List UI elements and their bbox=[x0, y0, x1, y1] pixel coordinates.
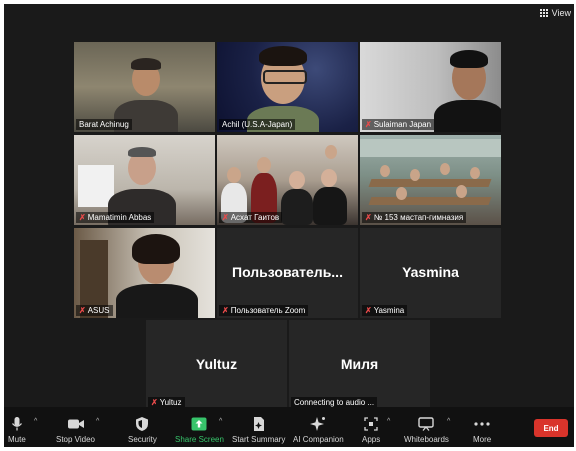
view-button[interactable]: View bbox=[539, 8, 571, 18]
mic-muted-icon: ✗ bbox=[222, 213, 229, 222]
participant-name-tag: ✗ Mamatimin Abbas bbox=[76, 212, 155, 223]
shield-icon bbox=[135, 415, 149, 433]
apps-icon bbox=[364, 415, 378, 433]
start-summary-button[interactable]: Start Summary bbox=[232, 415, 285, 444]
video-options-caret[interactable]: ^ bbox=[96, 418, 99, 425]
apps-options-caret[interactable]: ^ bbox=[387, 418, 390, 425]
ai-companion-button[interactable]: AI Companion bbox=[293, 415, 344, 444]
stop-video-button[interactable]: Stop Video bbox=[56, 415, 95, 444]
zoom-meeting-window: View Barat Achinug Achil (U.S.A-Japan) ✗… bbox=[4, 4, 574, 447]
meeting-toolbar: Mute ^ Stop Video ^ Security Share Scree… bbox=[4, 407, 574, 447]
whiteboards-button[interactable]: Whiteboards bbox=[404, 415, 449, 444]
participant-display-name: Yasmina bbox=[402, 264, 459, 281]
view-label: View bbox=[551, 8, 571, 18]
participant-tile-sulaiman[interactable]: ✗ Sulaiman Japan bbox=[360, 42, 501, 132]
participant-display-name: Миля bbox=[340, 356, 379, 373]
participant-tile-gymnasium[interactable]: ✗ № 153 мастап-гимназия bbox=[360, 135, 501, 225]
mic-muted-icon: ✗ bbox=[151, 398, 158, 407]
sparkle-icon bbox=[310, 415, 326, 433]
apps-button[interactable]: Apps bbox=[362, 415, 380, 444]
participant-name-tag: Achil (U.S.A-Japan) bbox=[219, 119, 296, 130]
participant-name-tag: ✗ Sulaiman Japan bbox=[362, 119, 435, 130]
participant-display-name: Пользователь... bbox=[232, 264, 343, 281]
participant-name-tag: ✗ Пользователь Zoom bbox=[219, 305, 309, 316]
participant-name-tag: ✗ Yasmina bbox=[362, 305, 408, 316]
summary-document-icon bbox=[253, 415, 265, 433]
participant-tile-asus[interactable]: ✗ ASUS bbox=[74, 228, 215, 318]
participant-name-tag: ✗ Асхат Гаитов bbox=[219, 212, 283, 223]
participant-tile-askhat[interactable]: ✗ Асхат Гаитов bbox=[217, 135, 358, 225]
participant-tile-yultuz[interactable]: Yultuz ✗ Yultuz bbox=[146, 320, 287, 410]
security-button[interactable]: Security bbox=[128, 415, 157, 444]
end-meeting-button[interactable]: End bbox=[534, 419, 568, 437]
whiteboards-options-caret[interactable]: ^ bbox=[447, 418, 450, 425]
mute-options-caret[interactable]: ^ bbox=[34, 418, 37, 425]
participant-tile-zoom-user[interactable]: Пользователь... ✗ Пользователь Zoom bbox=[217, 228, 358, 318]
more-dots-icon bbox=[474, 415, 490, 433]
participant-tile-achil[interactable]: Achil (U.S.A-Japan) bbox=[217, 42, 358, 132]
whiteboard-icon bbox=[418, 415, 435, 433]
mic-muted-icon: ✗ bbox=[79, 306, 86, 315]
participant-tile-yasmina[interactable]: Yasmina ✗ Yasmina bbox=[360, 228, 501, 318]
mic-muted-icon: ✗ bbox=[365, 306, 372, 315]
mic-muted-icon: ✗ bbox=[79, 213, 86, 222]
microphone-icon bbox=[11, 415, 23, 433]
share-screen-icon bbox=[191, 415, 207, 433]
share-screen-button[interactable]: Share Screen bbox=[175, 415, 224, 444]
participant-tile-barat[interactable]: Barat Achinug bbox=[74, 42, 215, 132]
mute-button[interactable]: Mute bbox=[8, 415, 26, 444]
participant-name-tag: ✗ № 153 мастап-гимназия bbox=[362, 212, 467, 223]
grid-view-icon bbox=[539, 8, 549, 18]
video-camera-icon bbox=[67, 415, 85, 433]
participant-name-tag: Barat Achinug bbox=[76, 119, 132, 130]
share-options-caret[interactable]: ^ bbox=[219, 418, 222, 425]
more-button[interactable]: More bbox=[473, 415, 491, 444]
mic-muted-icon: ✗ bbox=[365, 120, 372, 129]
participant-display-name: Yultuz bbox=[195, 356, 238, 373]
participant-tile-milya[interactable]: Миля Connecting to audio ... bbox=[289, 320, 430, 410]
participant-tile-mamatimin[interactable]: ✗ Mamatimin Abbas bbox=[74, 135, 215, 225]
mic-muted-icon: ✗ bbox=[222, 306, 229, 315]
participant-name-tag: ✗ ASUS bbox=[76, 305, 113, 316]
mic-muted-icon: ✗ bbox=[365, 213, 372, 222]
